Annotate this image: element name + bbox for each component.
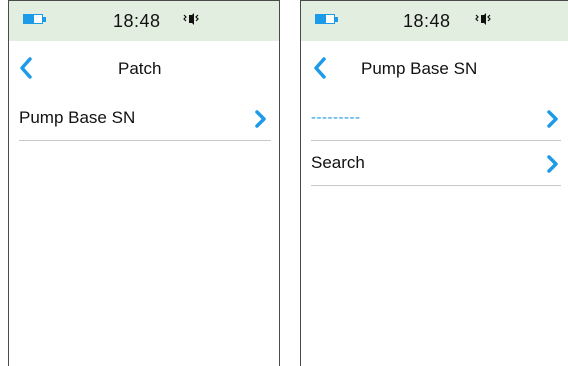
battery-icon: [315, 14, 338, 24]
divider: [19, 140, 271, 141]
list-item-label: Pump Base SN: [19, 108, 136, 127]
chevron-right-icon: [547, 155, 558, 173]
list-item-serial-number[interactable]: ---------: [301, 97, 568, 141]
divider: [311, 140, 561, 141]
chevron-right-icon: [255, 110, 266, 128]
list-item-pump-base-sn[interactable]: Pump Base SN: [9, 97, 279, 141]
serial-number-placeholder: ---------: [311, 109, 361, 126]
list-item-search[interactable]: Search: [301, 142, 568, 186]
status-bar: 18:48: [301, 1, 568, 41]
patch-screen: 18:48 Patch Pump Base SN: [8, 0, 280, 366]
vibrate-icon: [183, 13, 199, 25]
vibrate-icon: [475, 13, 491, 25]
nav-header: Pump Base SN: [301, 41, 568, 97]
list-item-label: Search: [311, 153, 365, 172]
status-bar: 18:48: [9, 1, 279, 41]
back-chevron-icon[interactable]: [19, 57, 33, 79]
nav-header: Patch: [9, 41, 279, 97]
back-chevron-icon[interactable]: [313, 57, 327, 79]
page-title: Patch: [118, 59, 162, 78]
pump-base-sn-screen: 18:48 Pump Base SN --------- Search: [300, 0, 568, 366]
status-time: 18:48: [113, 11, 161, 31]
status-time: 18:48: [403, 11, 451, 31]
chevron-right-icon: [547, 110, 558, 128]
divider: [311, 185, 561, 186]
page-title: Pump Base SN: [361, 59, 478, 78]
battery-icon: [23, 14, 46, 24]
